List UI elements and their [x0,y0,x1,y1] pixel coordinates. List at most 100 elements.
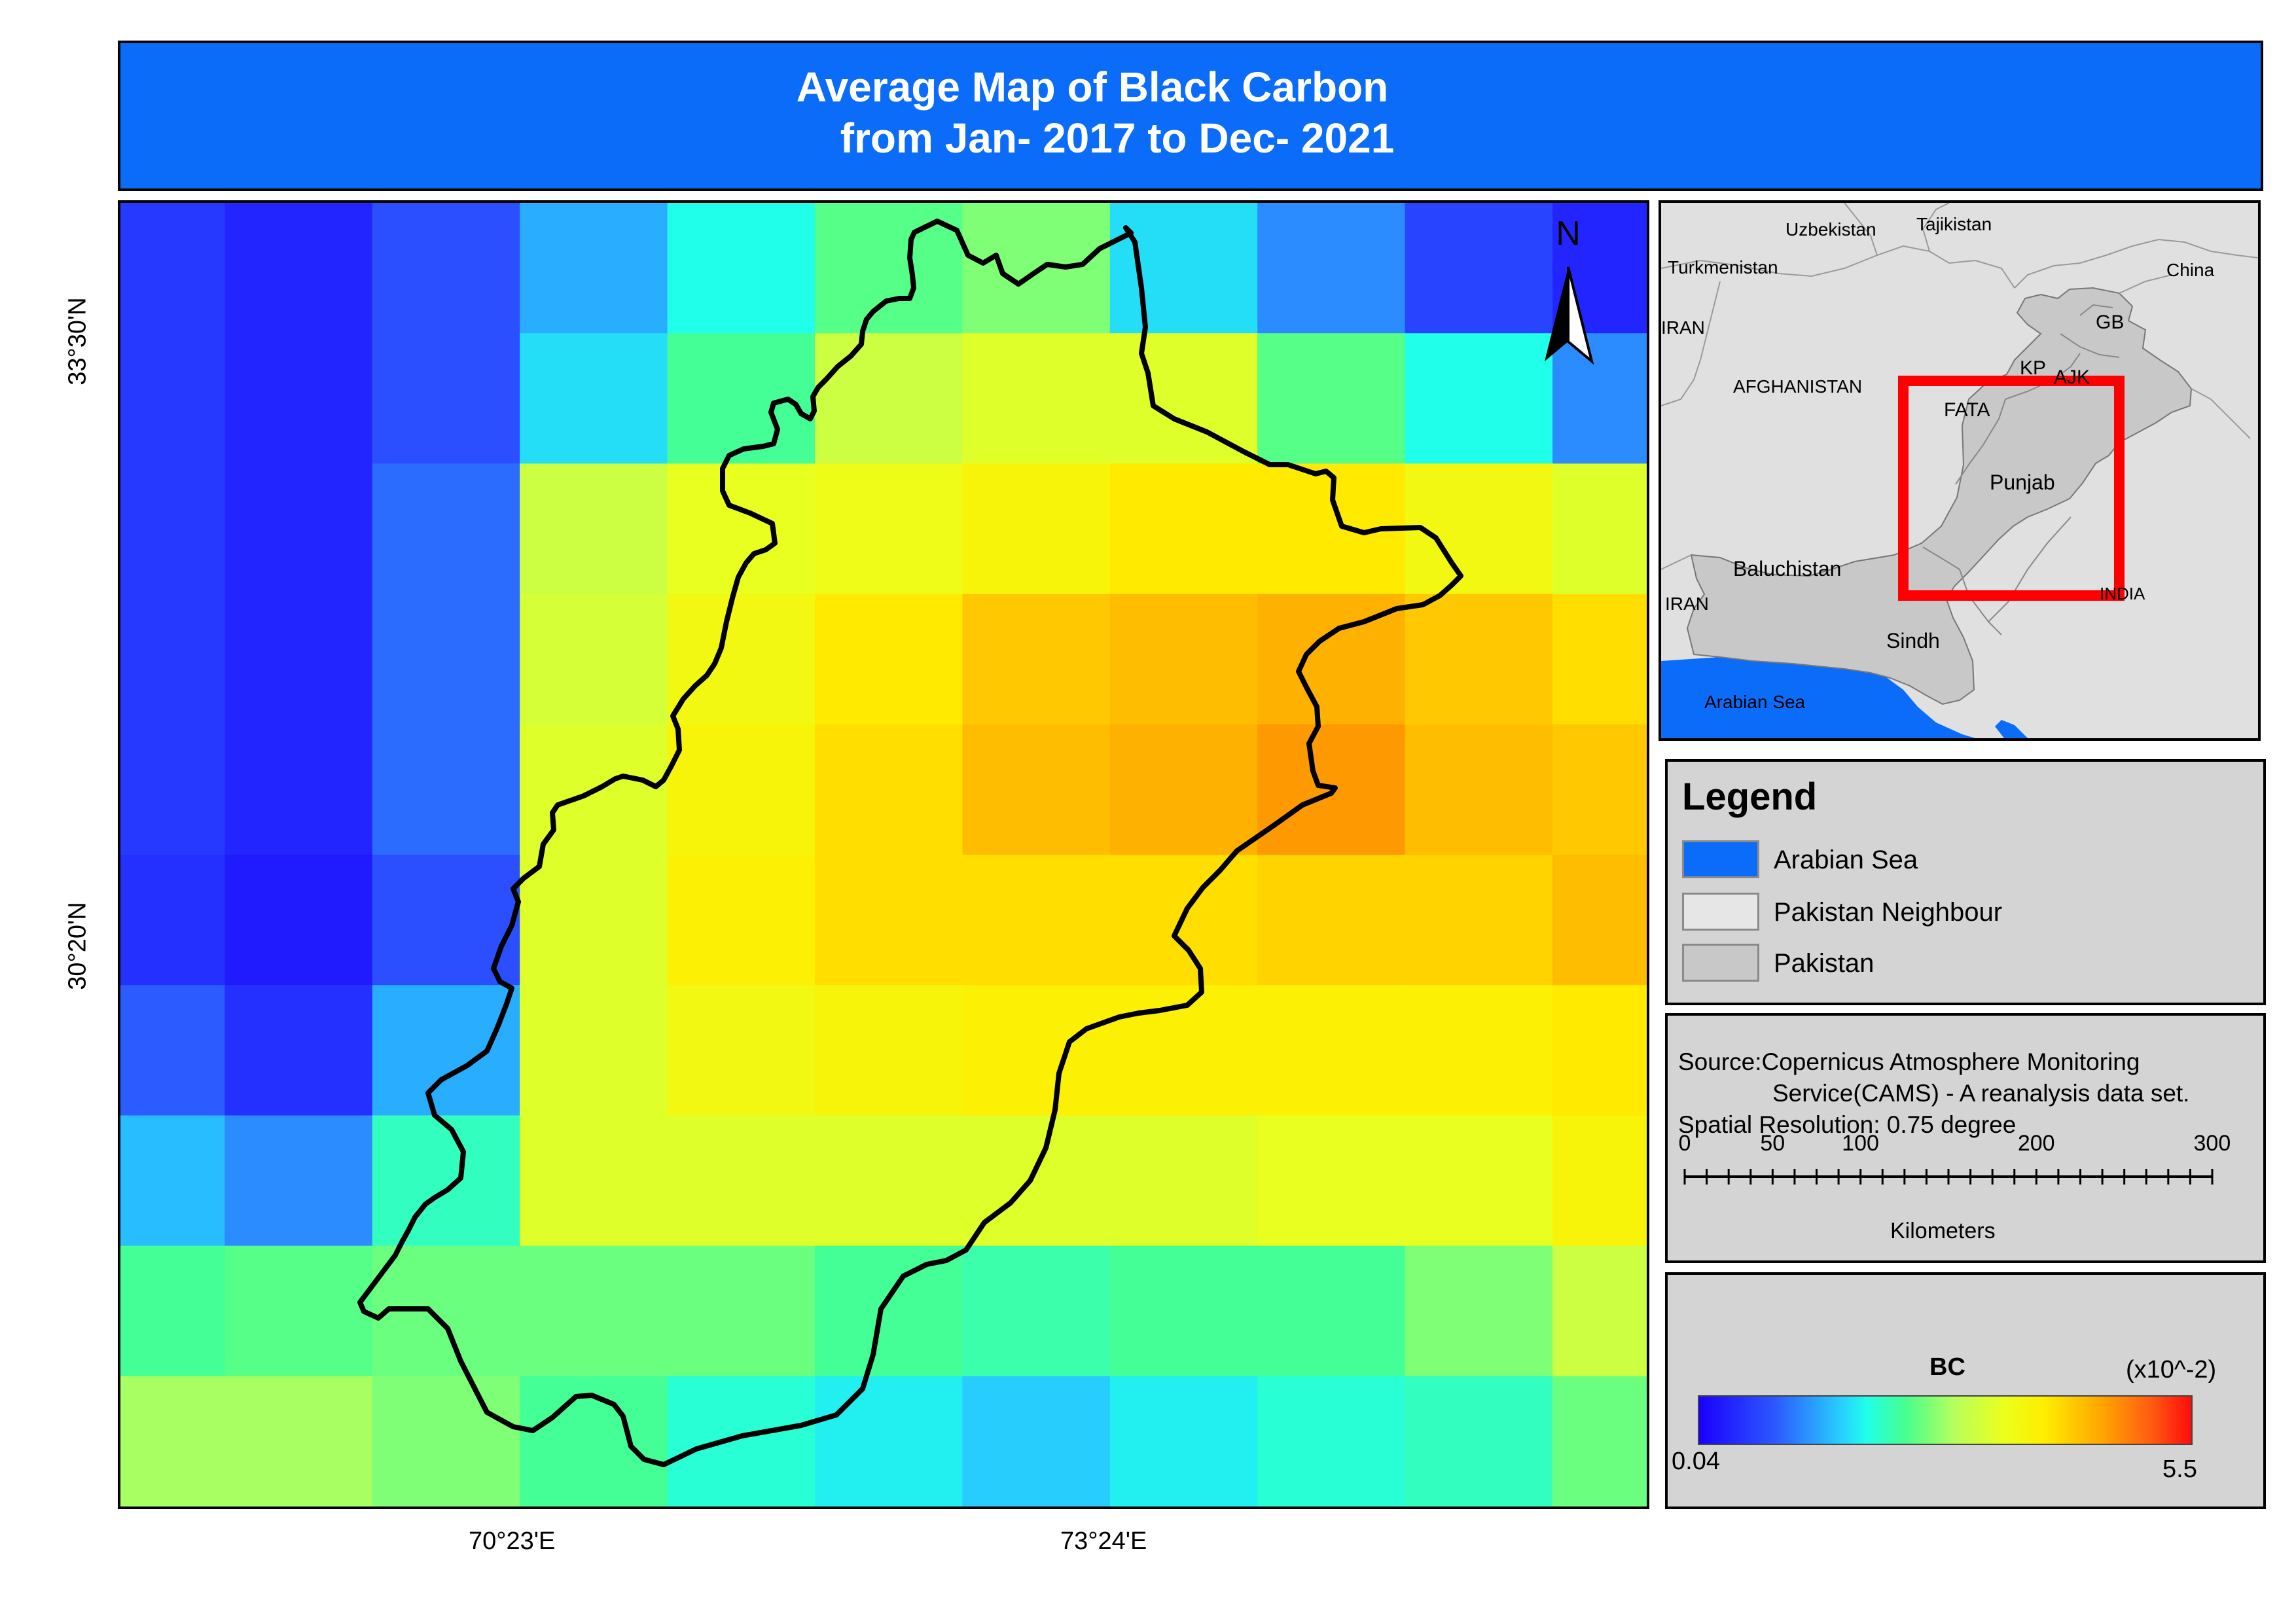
bc-grid-cell-r9-c9 [1405,1376,1553,1507]
bc-grid-cell-r4-c2 [372,724,521,855]
bc-grid-cell-r2-c2 [372,463,521,595]
bc-grid-cell-r0-c7 [1109,203,1259,334]
latitude-label-north: 33°30'N [63,297,92,385]
bc-raster-grid [120,203,1647,1507]
bc-grid-cell-r1-c10 [1552,333,1647,465]
bc-grid-cell-r1-c3 [520,333,668,465]
main-map: N [118,200,1649,1509]
legend-swatch-arabian-sea [1682,840,1759,878]
bc-grid-cell-r6-c1 [224,985,373,1116]
bc-grid-cell-r7-c5 [815,1115,963,1247]
bc-grid-cell-r1-c5 [815,333,963,465]
bc-grid-cell-r9-c5 [815,1376,963,1507]
inset-label-gb: GB [2096,312,2124,333]
bc-grid-cell-r8-c6 [962,1245,1111,1377]
bc-grid-cell-r0-c0 [120,203,226,334]
bc-colorbar-unit: (x10^-2) [2126,1356,2217,1383]
bc-grid-cell-r9-c7 [1109,1376,1259,1507]
bc-grid-cell-r5-c9 [1405,855,1553,986]
bc-grid-cell-r8-c7 [1109,1245,1259,1377]
bc-grid-cell-r7-c7 [1109,1115,1259,1247]
map-title-line-1: Average Map of Black Carbon [796,63,1389,111]
bc-grid-cell-r6-c2 [372,985,521,1116]
bc-grid-cell-r7-c1 [224,1115,373,1247]
inset-label-turkmenistan: Turkmenistan [1668,257,1778,277]
bc-grid-cell-r5-c3 [520,855,668,986]
bc-grid-cell-r7-c10 [1552,1115,1647,1247]
bc-grid-cell-r4-c9 [1405,724,1553,855]
bc-grid-cell-r3-c6 [962,594,1111,725]
bc-grid-cell-r0-c9 [1405,203,1553,334]
inset-label-uzbekistan: Uzbekistan [1785,219,1876,240]
bc-grid-cell-r3-c10 [1552,594,1647,725]
bc-grid-cell-r4-c6 [962,724,1111,855]
bc-grid-cell-r5-c5 [815,855,963,986]
legend-label-arabian-sea: Arabian Sea [1774,846,1918,874]
bc-grid-cell-r0-c4 [667,203,816,334]
bc-grid-cell-r3-c9 [1405,594,1553,725]
bc-grid-cell-r8-c4 [667,1245,816,1377]
bc-grid-cell-r6-c10 [1552,985,1647,1116]
scale-unit-label: Kilometers [1890,1219,1996,1243]
inset-label-punjab: Punjab [1990,471,2055,494]
inset-label-tajikistan: Tajikistan [1916,214,1992,234]
bc-grid-cell-r6-c4 [667,985,816,1116]
bc-grid-cell-r9-c1 [224,1376,373,1507]
bc-grid-cell-r3-c1 [224,594,373,725]
legend-swatch-pakistan [1682,944,1759,982]
inset-label-sindh: Sindh [1886,629,1940,652]
title-bar: Average Map of Black Carbon from Jan- 20… [118,41,2263,191]
bc-grid-cell-r4-c10 [1552,724,1647,855]
bc-grid-cell-r4-c0 [120,724,226,855]
inset-label-fata: FATA [1944,399,1990,421]
bc-grid-cell-r2-c5 [815,463,963,595]
north-arrow-label: N [1556,215,1581,253]
bc-grid-cell-r8-c3 [520,1245,668,1377]
bc-grid-cell-r5-c1 [224,855,373,986]
bc-grid-cell-r5-c10 [1552,855,1647,986]
bc-grid-cell-r7-c3 [520,1115,668,1247]
bc-grid-cell-r1-c4 [667,333,816,465]
bc-grid-cell-r6-c6 [962,985,1111,1116]
bc-grid-cell-r6-c9 [1405,985,1553,1116]
bc-grid-cell-r5-c8 [1257,855,1406,986]
inset-label-iran-bottom: IRAN [1665,594,1709,614]
bc-grid-cell-r3-c4 [667,594,816,725]
inset-label-iran-top: IRAN [1661,317,1705,338]
source-panel: Source:Copernicus Atmosphere Monitoring … [1665,1013,2266,1263]
latitude-label-south: 30°20'N [63,902,92,990]
bc-grid-cell-r6-c0 [120,985,226,1116]
inset-locator-map: Uzbekistan Tajikistan Turkmenistan China… [1659,200,2261,741]
bc-grid-cell-r4-c7 [1109,724,1259,855]
inset-label-kp: KP [2020,357,2046,379]
bc-grid-cell-r3-c3 [520,594,668,725]
main-map-canvas: N [120,203,1647,1507]
bc-grid-cell-r1-c6 [962,333,1111,465]
bc-colorbar-ramp [1698,1395,2193,1445]
bc-grid-cell-r6-c5 [815,985,963,1116]
bc-grid-cell-r8-c1 [224,1245,373,1377]
bc-grid-cell-r8-c0 [120,1245,226,1377]
inset-label-arabian-sea: Arabian Sea [1704,692,1806,712]
bc-grid-cell-r5-c6 [962,855,1111,986]
bc-colorbar-title: BC [1929,1353,1965,1381]
bc-grid-cell-r7-c2 [372,1115,521,1247]
legend-panel: Legend Arabian Sea Pakistan Neighbour Pa… [1665,759,2266,1005]
bc-grid-cell-r3-c7 [1109,594,1259,725]
bc-grid-cell-r4-c1 [224,724,373,855]
bc-grid-cell-r4-c5 [815,724,963,855]
bc-grid-cell-r0-c8 [1257,203,1406,334]
bc-colorbar-panel: BC (x10^-2) 0.04 5.5 [1665,1272,2266,1509]
bc-grid-cell-r7-c0 [120,1115,226,1247]
longitude-label-west: 70°23'E [469,1527,556,1555]
inset-label-afghanistan: AFGHANISTAN [1733,376,1862,397]
bc-colorbar-max: 5.5 [2162,1455,2197,1483]
bc-grid-cell-r7-c4 [667,1115,816,1247]
bc-grid-cell-r2-c10 [1552,463,1647,595]
bc-grid-cell-r1-c8 [1257,333,1406,465]
bc-grid-cell-r8-c10 [1552,1245,1647,1377]
bc-grid-cell-r8-c5 [815,1245,963,1377]
bc-grid-cell-r7-c8 [1257,1115,1406,1247]
bc-grid-cell-r6-c8 [1257,985,1406,1116]
bc-grid-cell-r0-c3 [520,203,668,334]
